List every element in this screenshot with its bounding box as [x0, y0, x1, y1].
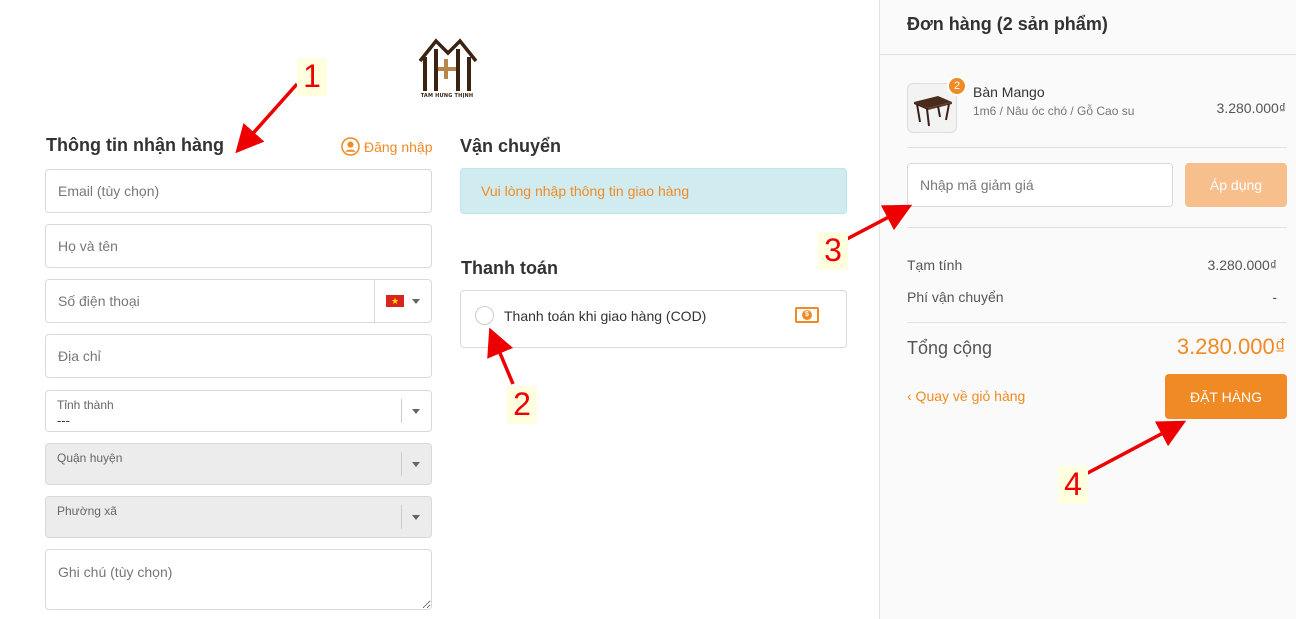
phone-input[interactable] [46, 280, 376, 322]
district-select[interactable]: Quận huyện [45, 443, 432, 485]
phone-field[interactable]: ★ [45, 279, 432, 323]
ward-select[interactable]: Phường xã [45, 496, 432, 538]
order-summary-panel: Đơn hàng (2 sản phẩm) 2 Bàn Mango 1m6 / … [879, 0, 1296, 619]
chevron-down-icon [412, 462, 420, 467]
fullname-field[interactable] [45, 224, 432, 268]
shipping-fee-label: Phí vận chuyển [907, 289, 1004, 305]
payment-section-title: Thanh toán [461, 258, 558, 278]
ward-label: Phường xã [57, 504, 117, 518]
shipping-notice: Vui lòng nhập thông tin giao hàng [460, 168, 847, 214]
total-label: Tổng cộng [907, 338, 993, 358]
divider [907, 322, 1287, 323]
annotation-label-3: 3 [818, 232, 848, 270]
select-divider [401, 505, 402, 529]
store-logo[interactable]: TAM HƯNG THỊNH [414, 33, 480, 103]
checkout-form-area: TAM HƯNG THỊNH Thông tin nhận hàng Đăng … [0, 0, 879, 619]
contact-section-title: Thông tin nhận hàng [46, 135, 224, 155]
subtotal-value: 3.280.000₫ [1207, 257, 1277, 273]
note-textarea[interactable] [46, 550, 431, 609]
shipping-section-title: Vận chuyển [460, 136, 562, 156]
house-logo-icon [418, 38, 478, 91]
cash-icon: $ [795, 307, 819, 323]
province-label: Tỉnh thành [57, 398, 114, 412]
email-field[interactable] [45, 169, 432, 213]
product-name: Bàn Mango [973, 84, 1045, 100]
address-input[interactable] [46, 335, 431, 377]
note-field[interactable] [45, 549, 432, 610]
divider [907, 227, 1287, 228]
place-order-button[interactable]: ĐẶT HÀNG [1165, 374, 1287, 419]
fullname-input[interactable] [46, 225, 431, 267]
coupon-field[interactable] [907, 163, 1173, 207]
divider [907, 147, 1287, 148]
shipping-fee-value: - [1272, 289, 1277, 305]
quantity-badge: 2 [947, 76, 967, 96]
product-price: 3.280.000₫ [1216, 100, 1286, 116]
cod-label: Thanh toán khi giao hàng (COD) [504, 308, 707, 324]
back-to-cart-link[interactable]: ‹ Quay về giỏ hàng [907, 388, 1025, 404]
chevron-down-icon [412, 298, 420, 304]
select-divider [401, 399, 402, 423]
annotation-label-2: 2 [507, 386, 537, 424]
payment-option-cod[interactable]: Thanh toán khi giao hàng (COD) $ [460, 290, 847, 348]
user-circle-icon [341, 137, 360, 156]
chevron-down-icon [412, 515, 420, 520]
login-label: Đăng nhập [364, 138, 433, 155]
shipping-fee-row: Phí vận chuyển - [907, 289, 1287, 305]
address-field[interactable] [45, 334, 432, 378]
annotation-label-4: 4 [1058, 466, 1088, 504]
province-select[interactable]: Tỉnh thành --- [45, 390, 432, 432]
annotation-label-1: 1 [297, 58, 327, 96]
login-link[interactable]: Đăng nhập [341, 137, 433, 156]
total-value: 3.280.000₫ [1176, 334, 1286, 359]
subtotal-label: Tạm tính [907, 257, 963, 273]
divider [880, 54, 1296, 55]
cod-radio[interactable] [475, 306, 494, 325]
province-value: --- [57, 413, 70, 428]
vietnam-flag-icon: ★ [386, 295, 404, 307]
logo-caption: TAM HƯNG THỊNH [420, 93, 474, 99]
coupon-input[interactable] [908, 164, 1172, 206]
chevron-down-icon [412, 409, 420, 414]
product-variant: 1m6 / Nâu óc chó / Gỗ Cao su [973, 104, 1135, 118]
phone-country-select[interactable]: ★ [374, 280, 431, 322]
apply-coupon-button[interactable]: Áp dụng [1185, 163, 1287, 207]
select-divider [401, 452, 402, 476]
district-label: Quận huyện [57, 451, 123, 465]
order-title: Đơn hàng (2 sản phẩm) [907, 14, 1108, 34]
email-input[interactable] [46, 170, 431, 212]
subtotal-row: Tạm tính 3.280.000₫ [907, 257, 1287, 273]
